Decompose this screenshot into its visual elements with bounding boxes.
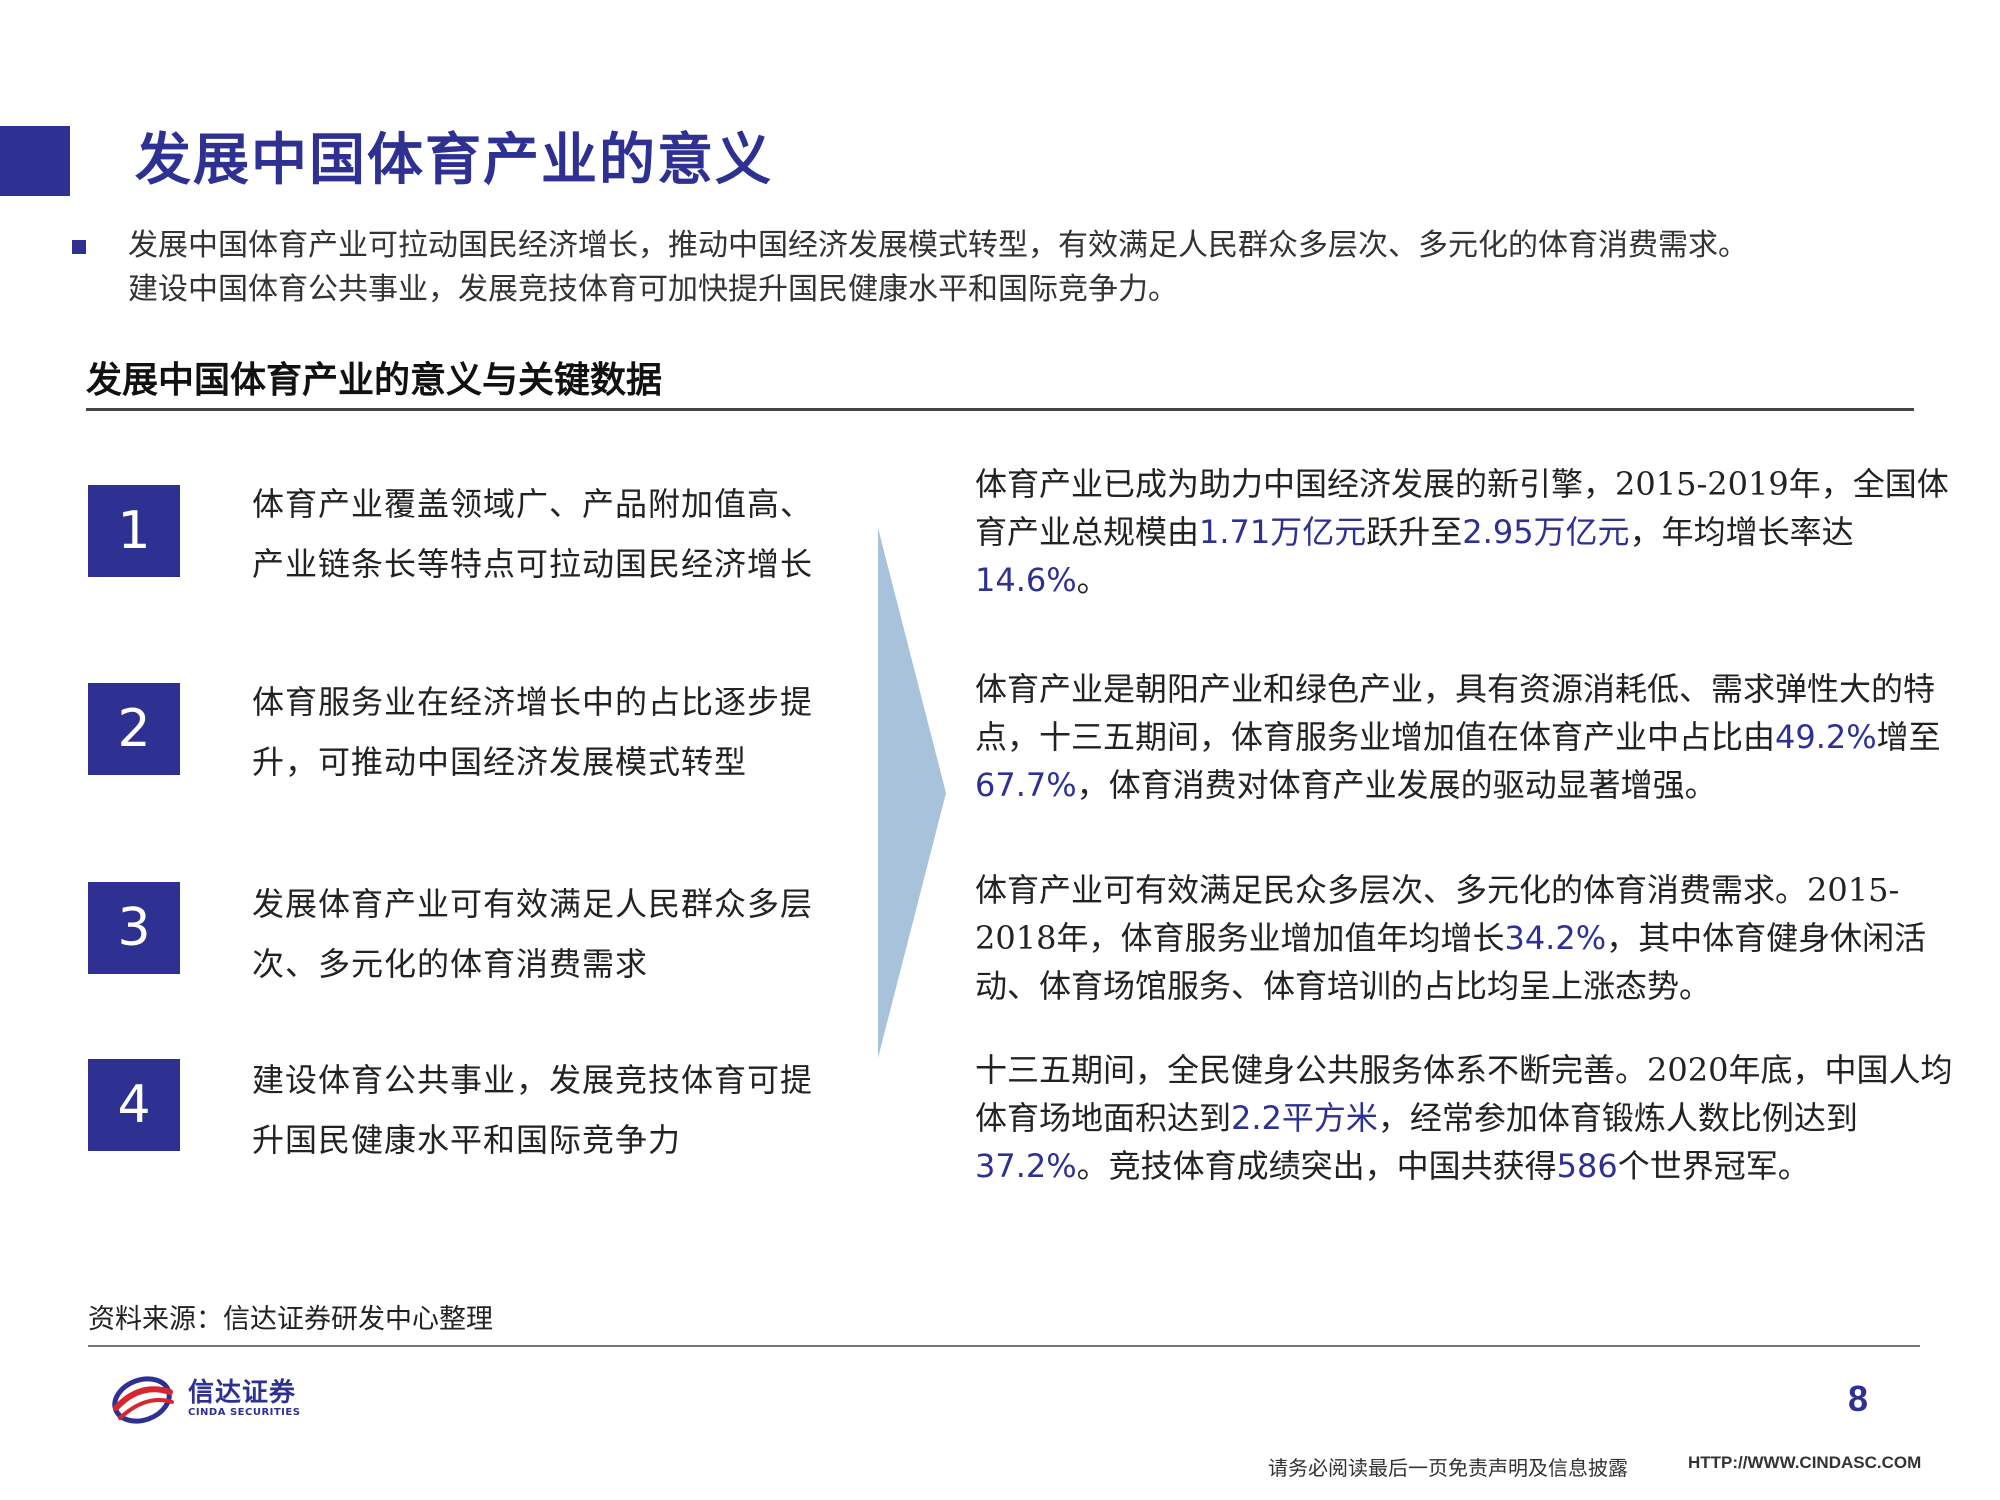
point-number-3: 3 (88, 882, 180, 974)
page-title: 发展中国体育产业的意义 (135, 127, 773, 193)
detail-text: ，年均增长率达 (1629, 513, 1854, 551)
point-number-2: 2 (88, 683, 180, 775)
highlight-value: 67.7% (975, 766, 1077, 804)
highlight-value: 586 (1556, 1147, 1618, 1185)
point-2-line-1: 体育服务业在经济增长中的占比逐步提 (252, 683, 814, 721)
point-text-4: 建设体育公共事业，发展竞技体育可提 升国民健康水平和国际竞争力 (252, 1050, 862, 1170)
title-accent-block (0, 126, 70, 196)
highlight-value: 34.2% (1504, 919, 1607, 957)
intro-line-1: 发展中国体育产业可拉动国民经济增长，推动中国经济发展模式转型，有效满足人民群众多… (128, 228, 1748, 263)
point-number-4: 4 (88, 1059, 180, 1151)
section-divider (86, 408, 1914, 411)
detail-text: ，体育消费对体育产业发展的驱动显著增强。 (1076, 766, 1717, 804)
detail-4: 十三五期间，全民健身公共服务体系不断完善。2020年底，中国人均体育场地面积达到… (975, 1046, 1975, 1190)
point-2-line-2: 升，可推动中国经济发展模式转型 (252, 743, 748, 781)
detail-text: 跃升至 (1366, 513, 1463, 551)
disclaimer-link[interactable]: 请务必阅读最后一页免责声明及信息披露 (1268, 1452, 1628, 1481)
logo-name-en: CINDA SECURITIES (188, 1407, 301, 1418)
detail-text: 。竞技体育成绩突出，中国共获得 (1076, 1147, 1557, 1185)
source-note: 资料来源：信达证券研发中心整理 (88, 1304, 493, 1335)
highlight-value: 2.2平方米 (1231, 1099, 1378, 1137)
website-link[interactable]: HTTP://WWW.CINDASC.COM (1688, 1453, 1921, 1473)
bullet-square-icon (72, 240, 86, 254)
point-3-line-1: 发展体育产业可有效满足人民群众多层 (252, 885, 814, 923)
section-title: 发展中国体育产业的意义与关键数据 (86, 359, 663, 401)
detail-text: ，经常参加体育锻炼人数比例达到 (1377, 1099, 1858, 1137)
footer-divider (88, 1345, 1920, 1347)
highlight-value: 14.6% (975, 561, 1077, 599)
highlight-value: 1.71万亿元 (1199, 513, 1367, 551)
page-number: 8 (1848, 1378, 1869, 1419)
detail-1: 体育产业已成为助力中国经济发展的新引擎，2015-2019年，全国体育产业总规模… (975, 460, 1975, 604)
detail-text: 个世界冠军。 (1617, 1147, 1810, 1185)
point-1-line-2: 产业链条长等特点可拉动国民经济增长 (252, 545, 814, 583)
point-1-line-1: 体育产业覆盖领域广、产品附加值高、 (252, 485, 814, 523)
right-arrow-icon (878, 528, 946, 1058)
intro-line-2: 建设中国体育公共事业，发展竞技体育可加快提升国民健康水平和国际竞争力。 (128, 272, 1178, 307)
highlight-value: 37.2% (975, 1147, 1077, 1185)
detail-text: 增至 (1876, 718, 1941, 756)
detail-text: 。 (1076, 561, 1109, 599)
highlight-value: 49.2% (1775, 718, 1877, 756)
detail-3: 体育产业可有效满足民众多层次、多元化的体育消费需求。2015-2018年，体育服… (975, 866, 1975, 1010)
point-number-1: 1 (88, 485, 180, 577)
point-text-3: 发展体育产业可有效满足人民群众多层 次、多元化的体育消费需求 (252, 874, 862, 994)
detail-2: 体育产业是朝阳产业和绿色产业，具有资源消耗低、需求弹性大的特点，十三五期间，体育… (975, 665, 1975, 809)
point-4-line-1: 建设体育公共事业，发展竞技体育可提 (252, 1061, 814, 1099)
point-3-line-2: 次、多元化的体育消费需求 (252, 945, 649, 983)
point-4-line-2: 升国民健康水平和国际竞争力 (252, 1121, 682, 1159)
logo-name-cn: 信达证券 (188, 1378, 297, 1408)
intro-text: 发展中国体育产业可拉动国民经济增长，推动中国经济发展模式转型，有效满足人民群众多… (128, 224, 1968, 312)
highlight-value: 2.95万亿元 (1462, 513, 1630, 551)
point-text-2: 体育服务业在经济增长中的占比逐步提 升，可推动中国经济发展模式转型 (252, 672, 862, 792)
point-text-1: 体育产业覆盖领域广、产品附加值高、 产业链条长等特点可拉动国民经济增长 (252, 474, 862, 594)
